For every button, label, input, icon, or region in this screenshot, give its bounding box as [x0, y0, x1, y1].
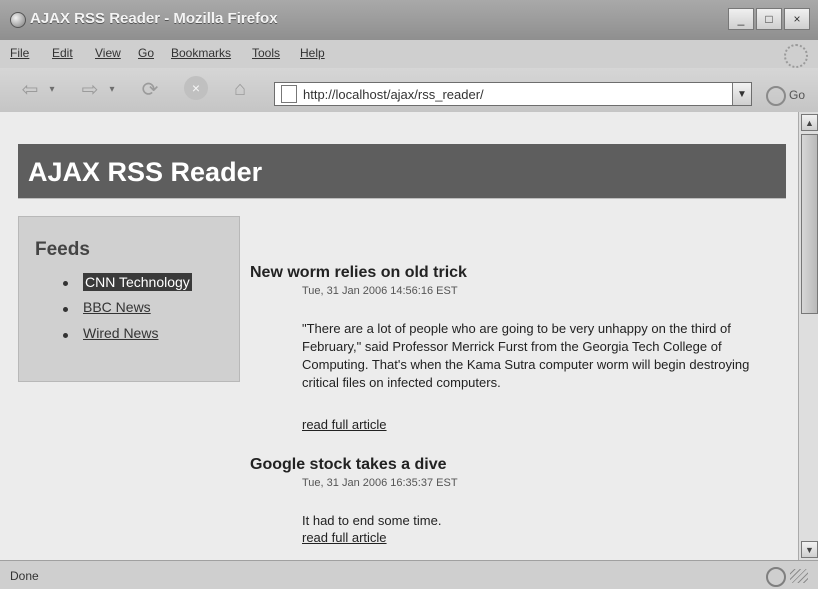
menu-file[interactable]: File — [10, 46, 29, 60]
read-full-article-link[interactable]: read full article — [302, 530, 387, 545]
vertical-scrollbar[interactable]: ▲ ▼ — [798, 112, 818, 560]
article-title: Google stock takes a dive — [250, 456, 447, 473]
page-icon — [281, 85, 297, 103]
minimize-button[interactable]: _ — [728, 8, 754, 30]
feeds-sidebar: Feeds CNN Technology BBC News Wired News — [18, 216, 240, 382]
page-content: AJAX RSS Reader Feeds CNN Technology BBC… — [0, 112, 798, 560]
address-bar[interactable]: http://localhost/ajax/rss_reader/ ▼ — [274, 82, 752, 106]
scroll-thumb[interactable] — [801, 134, 818, 314]
window-title: AJAX RSS Reader - Mozilla Firefox — [30, 10, 278, 27]
menu-help[interactable]: Help — [300, 46, 325, 60]
go-icon[interactable] — [766, 86, 786, 106]
article-1: New worm relies on old trick Tue, 31 Jan… — [250, 264, 749, 432]
title-bar: AJAX RSS Reader - Mozilla Firefox _ □ × — [0, 0, 818, 41]
activity-throbber-icon — [784, 44, 808, 68]
feed-link-wired-news[interactable]: Wired News — [83, 325, 158, 341]
feed-link-cnn-technology[interactable]: CNN Technology — [83, 273, 192, 291]
window-controls: _ □ × — [728, 8, 810, 30]
stop-icon[interactable]: × — [184, 76, 208, 100]
article-date: Tue, 31 Jan 2006 16:35:37 EST — [302, 477, 458, 489]
bullet — [63, 281, 68, 286]
status-text: Done — [10, 569, 39, 583]
browser-window: AJAX RSS Reader - Mozilla Firefox _ □ × … — [0, 0, 818, 589]
article-2: Google stock takes a dive Tue, 31 Jan 20… — [250, 456, 458, 545]
menu-bookmarks[interactable]: Bookmarks — [171, 46, 231, 60]
status-bar: Done — [0, 560, 818, 589]
url-dropdown-icon[interactable]: ▼ — [732, 83, 751, 105]
article-title: New worm relies on old trick — [250, 264, 467, 281]
feeds-heading: Feeds — [35, 239, 90, 260]
firefox-icon — [10, 12, 26, 28]
reload-icon[interactable]: ⟳ — [136, 76, 164, 102]
bullet — [63, 307, 68, 312]
back-arrow-icon[interactable]: ⇦ — [16, 76, 44, 102]
back-dropdown-icon[interactable]: ▾ — [46, 76, 58, 102]
bullet — [63, 333, 68, 338]
page-title: AJAX RSS Reader — [28, 157, 263, 187]
article-date: Tue, 31 Jan 2006 14:56:16 EST — [302, 285, 458, 297]
read-full-article-link[interactable]: read full article — [302, 417, 387, 432]
menu-bar: File Edit View Go Bookmarks Tools Help — [0, 40, 818, 69]
home-icon[interactable]: ⌂ — [226, 76, 254, 102]
menu-go[interactable]: Go — [138, 46, 154, 60]
close-button[interactable]: × — [784, 8, 810, 30]
status-icon — [766, 567, 786, 587]
forward-dropdown-icon[interactable]: ▾ — [106, 76, 118, 102]
scroll-down-icon[interactable]: ▼ — [801, 541, 818, 558]
scroll-up-icon[interactable]: ▲ — [801, 114, 818, 131]
menu-edit[interactable]: Edit — [52, 46, 73, 60]
url-text[interactable]: http://localhost/ajax/rss_reader/ — [303, 87, 484, 102]
menu-view[interactable]: View — [95, 46, 121, 60]
feed-link-bbc-news[interactable]: BBC News — [83, 299, 151, 315]
resize-grip-icon[interactable] — [790, 569, 808, 583]
go-button[interactable]: Go — [789, 88, 805, 102]
forward-arrow-icon[interactable]: ⇨ — [76, 76, 104, 102]
menu-tools[interactable]: Tools — [252, 46, 280, 60]
page-header: AJAX RSS Reader — [18, 144, 786, 199]
article-body: It had to end some time. — [302, 513, 442, 528]
maximize-button[interactable]: □ — [756, 8, 782, 30]
article-body: "There are a lot of people who are going… — [302, 321, 750, 390]
